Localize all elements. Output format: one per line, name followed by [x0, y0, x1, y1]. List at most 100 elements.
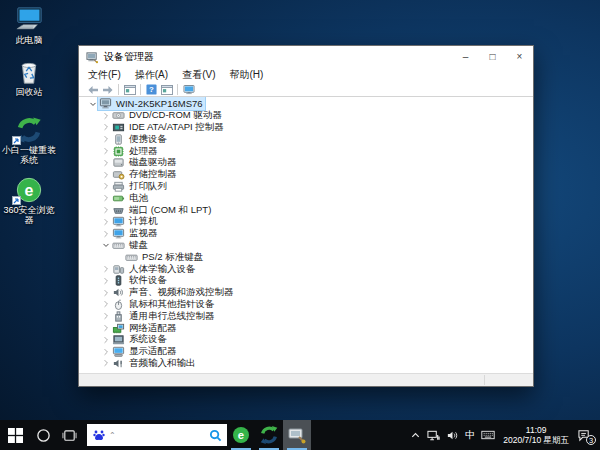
chevron-collapsed-icon[interactable] — [100, 134, 111, 145]
chevron-collapsed-icon[interactable] — [100, 122, 111, 133]
task-view-button[interactable] — [56, 420, 82, 450]
tree-node[interactable]: 端口 (COM 和 LPT) — [79, 204, 533, 216]
computer-root-icon — [99, 97, 112, 110]
tree-node[interactable]: DVD/CD-ROM 驱动器 — [79, 110, 533, 122]
chevron-collapsed-icon[interactable] — [100, 181, 111, 192]
search-caret-icon[interactable]: ⌃ — [109, 431, 209, 440]
tree-node[interactable]: 显示适配器 — [79, 346, 533, 358]
toolbar-back-button[interactable] — [85, 83, 100, 96]
minimize-button[interactable]: – — [452, 46, 479, 67]
menu-view[interactable]: 查看(V) — [182, 68, 215, 82]
360-browser-icon: e — [231, 425, 251, 445]
notification-button[interactable]: 3 — [574, 420, 600, 450]
taskbar-app-360-browser[interactable]: e — [227, 420, 255, 450]
desktop-icon-label: 360安全浏览器 — [0, 205, 58, 225]
menu-help[interactable]: 帮助(H) — [229, 68, 263, 82]
chevron-collapsed-icon[interactable] — [100, 216, 111, 227]
toolbar-separator — [118, 84, 119, 95]
chevron-expanded-icon[interactable] — [87, 98, 98, 109]
tree-node[interactable]: 键盘 — [79, 240, 533, 252]
toolbar-console-window-button[interactable] — [159, 83, 174, 96]
start-button[interactable] — [0, 420, 30, 450]
taskbar-app-device-manager[interactable] — [283, 420, 311, 450]
chevron-collapsed-icon[interactable] — [100, 358, 111, 369]
tree-node[interactable]: 通用串行总线控制器 — [79, 310, 533, 322]
360-browser-icon: e — [15, 176, 43, 204]
tree-node[interactable]: 打印队列 — [79, 181, 533, 193]
search-logo-icon — [209, 429, 222, 442]
tree-node[interactable]: 人体学输入设备 — [79, 263, 533, 275]
chevron-collapsed-icon[interactable] — [100, 169, 111, 180]
chevron-collapsed-icon[interactable] — [100, 275, 111, 286]
tree-node[interactable]: 软件设备 — [79, 275, 533, 287]
window-title: 设备管理器 — [104, 50, 452, 64]
chevron-collapsed-icon[interactable] — [100, 346, 111, 357]
toolbar-console-window-button[interactable] — [122, 83, 137, 96]
tree-node[interactable]: WIN-2K5KP16MS76 — [79, 98, 533, 110]
desktop-icon-label: 此电脑 — [0, 35, 58, 45]
ime-indicator[interactable]: 中 — [462, 420, 478, 450]
touch-keyboard-icon[interactable] — [478, 420, 498, 450]
menu-action[interactable]: 操作(A) — [135, 68, 168, 82]
tree-node-label: 音频输入和输出 — [127, 357, 198, 370]
chevron-collapsed-icon[interactable] — [100, 311, 111, 322]
desktop-icon-360-browser[interactable]: e 360安全浏览器 — [0, 176, 58, 225]
toolbar-monitor-button[interactable] — [181, 83, 196, 96]
tree-node[interactable]: 系统设备 — [79, 334, 533, 346]
this-pc-icon — [15, 6, 43, 34]
tree-node[interactable]: 声音、视频和游戏控制器 — [79, 287, 533, 299]
toolbar-help-button[interactable]: ? — [144, 83, 159, 96]
chevron-collapsed-icon[interactable] — [100, 287, 111, 298]
tree-node[interactable]: 监视器 — [79, 228, 533, 240]
chevron-collapsed-icon[interactable] — [100, 193, 111, 204]
toolbar-forward-button[interactable] — [100, 83, 115, 96]
help-icon: ? — [146, 84, 157, 95]
tree-node[interactable]: PS/2 标准键盘 — [79, 251, 533, 263]
tree-node[interactable]: 磁盘驱动器 — [79, 157, 533, 169]
toolbar-separator — [177, 84, 178, 95]
chevron-collapsed-icon[interactable] — [100, 299, 111, 310]
close-button[interactable]: × — [506, 46, 533, 67]
menu-file[interactable]: 文件(F) — [88, 68, 121, 82]
desktop-icon-this-pc[interactable]: 此电脑 — [0, 6, 58, 45]
tree-node[interactable]: 音频输入和输出 — [79, 358, 533, 370]
chevron-collapsed-icon[interactable] — [100, 146, 111, 157]
chevron-collapsed-icon[interactable] — [100, 157, 111, 168]
tree-node[interactable]: 鼠标和其他指针设备 — [79, 299, 533, 311]
console-window-icon — [161, 85, 173, 95]
desktop-icon-recycle-bin[interactable]: 回收站 — [0, 58, 58, 97]
chevron-collapsed-icon[interactable] — [100, 323, 111, 334]
device-manager-icon — [287, 425, 307, 445]
desktop-icon-reinstall-tool[interactable]: 小白一键重装系统 — [0, 116, 58, 165]
network-icon[interactable] — [424, 420, 443, 450]
tree-node[interactable]: 网络适配器 — [79, 322, 533, 334]
maximize-button[interactable]: □ — [479, 46, 506, 67]
tree-node[interactable]: IDE ATA/ATAPI 控制器 — [79, 122, 533, 134]
titlebar[interactable]: 设备管理器 – □ × — [79, 46, 533, 67]
chevron-collapsed-icon[interactable] — [100, 334, 111, 345]
speaker-icon[interactable] — [443, 420, 462, 450]
console-window-icon — [124, 85, 136, 95]
tree-node[interactable]: 处理器 — [79, 145, 533, 157]
chevron-collapsed-icon[interactable] — [100, 264, 111, 275]
chevron-collapsed-icon[interactable] — [100, 110, 111, 121]
chevron-collapsed-icon[interactable] — [100, 205, 111, 216]
chevron-expanded-icon[interactable] — [100, 240, 111, 251]
cortana-button[interactable] — [30, 420, 56, 450]
clock[interactable]: 11:092020/7/10 星期五 — [498, 425, 574, 445]
tray-chevron-up[interactable] — [407, 420, 424, 450]
taskbar-search-box[interactable]: ⌃ — [87, 424, 227, 446]
tree-node[interactable]: 便携设备 — [79, 133, 533, 145]
notification-badge: 3 — [586, 435, 596, 445]
svg-text:e: e — [25, 182, 34, 199]
tree-node[interactable]: 电池 — [79, 192, 533, 204]
taskbar-app-reinstall-tool[interactable] — [255, 420, 283, 450]
chevron-collapsed-icon[interactable] — [100, 228, 111, 239]
baidu-paw-icon — [92, 428, 106, 442]
statusbar-divider — [484, 375, 485, 385]
tree-node[interactable]: 计算机 — [79, 216, 533, 228]
desktop-icon-label: 回收站 — [0, 87, 58, 97]
task-view-icon — [62, 428, 77, 443]
tree-node-label: WIN-2K5KP16MS76 — [114, 98, 205, 109]
tree-node[interactable]: 存储控制器 — [79, 169, 533, 181]
